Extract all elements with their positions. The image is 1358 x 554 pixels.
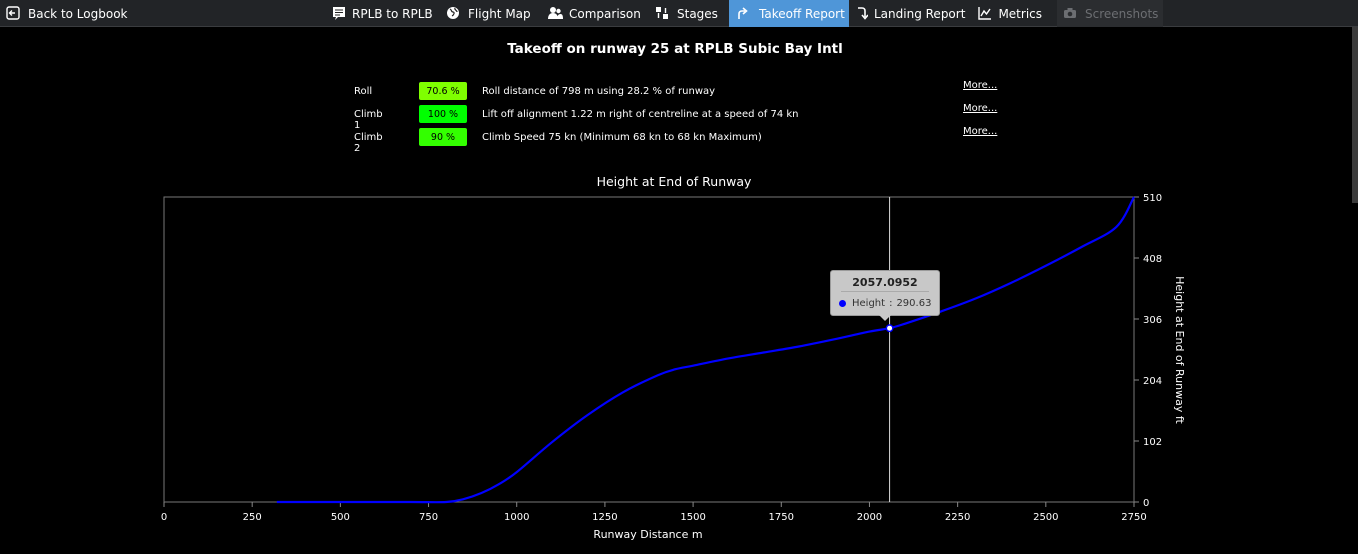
x-tick-label: 1750 xyxy=(769,512,794,523)
x-tick-label: 1000 xyxy=(504,512,529,523)
y-tick-label: 0 xyxy=(1143,498,1149,509)
y-tick-label: 102 xyxy=(1143,437,1162,448)
hover-point[interactable] xyxy=(885,324,894,333)
x-tick-label: 750 xyxy=(419,512,438,523)
series-dot-icon xyxy=(839,300,846,307)
y-tick-label: 510 xyxy=(1143,193,1162,204)
chart-tooltip: 2057.0952 Height : 290.63 xyxy=(830,270,940,321)
tooltip-series-name: Height xyxy=(852,298,886,309)
x-tick-label: 2750 xyxy=(1121,512,1146,523)
tooltip-series-row: Height : 290.63 xyxy=(839,298,931,309)
tooltip-series-value: 290.63 xyxy=(896,298,932,309)
chart-title: Height at End of Runway xyxy=(597,174,752,189)
y-tick-label: 306 xyxy=(1143,315,1162,326)
series-line-height xyxy=(276,196,1135,504)
x-tick-label: 250 xyxy=(243,512,262,523)
tooltip-x-value: 2057.0952 xyxy=(852,276,918,289)
x-tick-label: 2500 xyxy=(1033,512,1058,523)
x-tick-label: 2000 xyxy=(857,512,882,523)
height-chart: Height at End of Runway 0 250 500 750 1000 12… xyxy=(161,174,1186,541)
x-tick-label: 500 xyxy=(331,512,350,523)
x-tick-label: 2250 xyxy=(945,512,970,523)
x-tick-label: 0 xyxy=(161,512,167,523)
tooltip-arrow xyxy=(879,315,891,321)
y-axis-label: Height at End of Runway ft xyxy=(1173,276,1186,424)
y-tick-label: 204 xyxy=(1143,376,1162,387)
x-axis-label: Runway Distance m xyxy=(593,528,702,541)
x-tick-label: 1250 xyxy=(592,512,617,523)
tooltip-divider xyxy=(841,291,929,292)
plot-area xyxy=(163,196,1135,503)
x-tick-label: 1500 xyxy=(680,512,705,523)
y-tick-label: 408 xyxy=(1143,254,1162,265)
tooltip-separator: : xyxy=(889,298,893,309)
